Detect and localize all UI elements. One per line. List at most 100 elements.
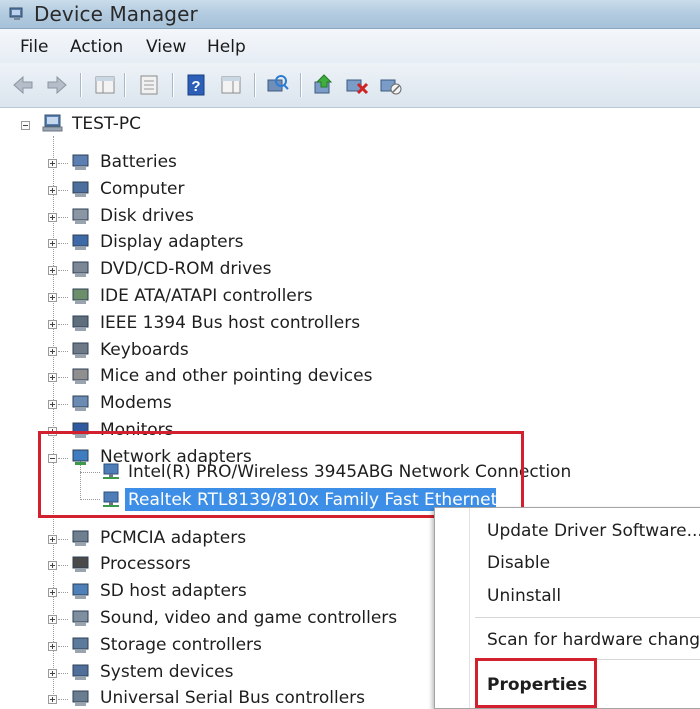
- window-title: Device Manager: [34, 2, 198, 26]
- mouse-icon: [72, 368, 89, 385]
- forward-icon[interactable]: [44, 72, 70, 98]
- category-storage-controllers[interactable]: Storage controllers: [100, 634, 262, 656]
- category-mice-and-other-pointing-devices[interactable]: Mice and other pointing devices: [100, 365, 372, 387]
- expand-toggle[interactable]: [48, 319, 57, 329]
- category-sound-video-and-game-controllers[interactable]: Sound, video and game controllers: [100, 607, 397, 629]
- tree-connector: [58, 216, 68, 218]
- expand-toggle[interactable]: [48, 615, 57, 624]
- expand-toggle[interactable]: [48, 400, 57, 410]
- expand-toggle[interactable]: [48, 588, 57, 598]
- toolbar-separator: [124, 73, 125, 97]
- processor-icon: [72, 556, 89, 573]
- usb-controller-icon: [72, 690, 89, 707]
- expand-toggle[interactable]: [48, 346, 57, 356]
- category-batteries[interactable]: Batteries: [100, 151, 177, 173]
- ctx-scan-hardware[interactable]: Scan for hardware changes: [487, 630, 700, 650]
- category-system-devices[interactable]: System devices: [100, 661, 234, 683]
- expand-toggle[interactable]: [48, 534, 57, 544]
- device-manager-icon: [9, 7, 23, 20]
- expand-toggle[interactable]: [48, 159, 57, 168]
- category-universal-serial-bus-controllers[interactable]: Universal Serial Bus controllers: [100, 687, 365, 709]
- ieee1394-icon: [72, 315, 89, 331]
- menu-view[interactable]: View: [146, 37, 186, 57]
- category-sd-host-adapters[interactable]: SD host adapters: [100, 580, 247, 602]
- expand-toggle[interactable]: [48, 185, 57, 195]
- tree-connector: [58, 538, 68, 540]
- pcmcia-icon: [72, 530, 89, 546]
- context-menu-separator: [475, 617, 700, 618]
- tree-connector: [58, 592, 68, 594]
- category-computer[interactable]: Computer: [100, 178, 185, 200]
- category-dvd-cd-rom-drives[interactable]: DVD/CD-ROM drives: [100, 258, 271, 280]
- toolbar-separator: [300, 73, 301, 97]
- tree-connector: [58, 672, 68, 674]
- category-disk-drives[interactable]: Disk drives: [100, 205, 194, 227]
- category-processors[interactable]: Processors: [100, 553, 191, 575]
- expand-toggle[interactable]: [48, 293, 57, 302]
- tree-connector: [58, 189, 68, 191]
- tree-connector: [58, 565, 68, 567]
- modem-icon: [72, 395, 89, 412]
- system-device-icon: [72, 664, 89, 680]
- dvd-drive-icon: [72, 261, 89, 278]
- title-bar: Device Manager: [0, 0, 700, 29]
- category-keyboards[interactable]: Keyboards: [100, 339, 189, 361]
- battery-icon: [72, 154, 89, 170]
- category-ide-ata-atapi-controllers[interactable]: IDE ATA/ATAPI controllers: [100, 285, 313, 307]
- tree-connector: [58, 350, 68, 352]
- tree-connector: [58, 619, 68, 620]
- tree-connector: [58, 270, 68, 272]
- context-menu: Update Driver Software... Disable Uninst…: [434, 507, 700, 709]
- category-modems[interactable]: Modems: [100, 392, 172, 414]
- root-label[interactable]: TEST-PC: [72, 113, 141, 135]
- computer-icon: [72, 181, 89, 197]
- toolbar-separator: [254, 73, 255, 97]
- storage-controller-icon: [72, 637, 89, 653]
- tree-connector: [58, 645, 68, 647]
- toolbar-separator: [80, 73, 81, 97]
- sound-icon: [72, 610, 89, 626]
- root-collapse-toggle[interactable]: [21, 121, 30, 130]
- expand-toggle[interactable]: [48, 266, 57, 276]
- ctx-uninstall[interactable]: Uninstall: [487, 586, 561, 606]
- display-adapter-icon: [72, 234, 89, 251]
- category-pcmcia-adapters[interactable]: PCMCIA adapters: [100, 527, 246, 549]
- uninstall-icon[interactable]: [344, 72, 370, 98]
- ide-controller-icon: [72, 288, 89, 304]
- disable-icon[interactable]: [378, 72, 404, 98]
- category-display-adapters[interactable]: Display adapters: [100, 231, 243, 253]
- help-icon[interactable]: ?: [184, 72, 210, 98]
- tree-connector: [58, 163, 68, 164]
- computer-icon: [42, 114, 63, 132]
- scan-hardware-icon[interactable]: [264, 72, 290, 98]
- menu-help[interactable]: Help: [207, 37, 246, 57]
- expand-toggle[interactable]: [48, 561, 57, 571]
- expand-toggle[interactable]: [48, 373, 57, 383]
- menu-action[interactable]: Action: [70, 37, 123, 57]
- tree-connector: [58, 404, 68, 406]
- properties-highlight-box: [475, 658, 597, 708]
- show-hide-tree-icon[interactable]: [136, 72, 162, 98]
- expand-toggle[interactable]: [48, 239, 57, 249]
- disk-drive-icon: [72, 208, 89, 224]
- console-tree-icon[interactable]: [218, 72, 244, 98]
- tree-connector: [58, 323, 68, 325]
- update-driver-icon[interactable]: [310, 72, 336, 98]
- toolbar-separator: [172, 73, 173, 97]
- toolbar: ?: [0, 63, 700, 108]
- tree-connector: [58, 297, 68, 298]
- properties-pane-icon[interactable]: [92, 72, 118, 98]
- network-adapters-highlight-box: [38, 431, 524, 518]
- expand-toggle[interactable]: [48, 641, 57, 651]
- keyboard-icon: [72, 342, 89, 358]
- ctx-disable[interactable]: Disable: [487, 553, 550, 573]
- tree-connector: [58, 377, 68, 379]
- expand-toggle[interactable]: [48, 668, 57, 678]
- menu-file[interactable]: File: [20, 37, 48, 57]
- menu-bar: File Action View Help: [0, 29, 700, 63]
- tree-connector: [58, 243, 68, 245]
- expand-toggle[interactable]: [48, 212, 57, 222]
- category-ieee-1394-bus-host-controllers[interactable]: IEEE 1394 Bus host controllers: [100, 312, 360, 334]
- back-icon[interactable]: [10, 72, 36, 98]
- ctx-update-driver[interactable]: Update Driver Software...: [487, 521, 700, 541]
